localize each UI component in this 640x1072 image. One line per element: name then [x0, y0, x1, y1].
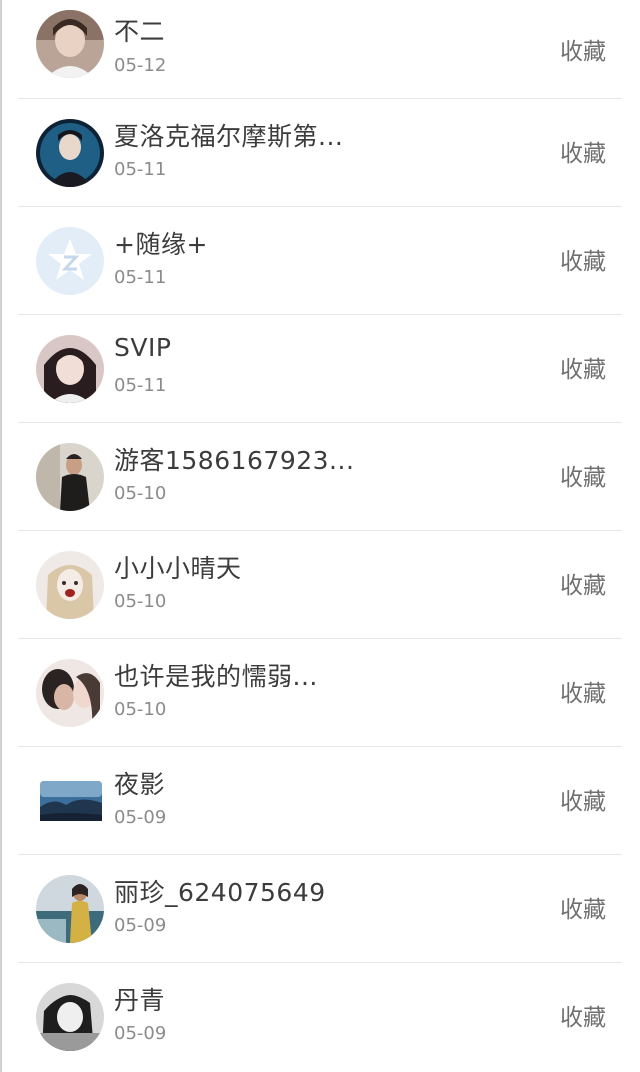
- date-label: 05-09: [114, 1023, 167, 1044]
- date-label: 05-10: [114, 483, 167, 504]
- avatar[interactable]: [36, 659, 104, 727]
- list-item[interactable]: SVIP 05-11 收藏: [18, 315, 622, 423]
- date-label: 05-10: [114, 591, 167, 612]
- date-label: 05-10: [114, 699, 167, 720]
- favorite-button[interactable]: 收藏: [560, 458, 606, 492]
- avatar[interactable]: [36, 551, 104, 619]
- user-name: 游客1586167923...: [114, 446, 355, 475]
- default-qq-star-avatar-icon: [36, 227, 104, 295]
- user-list: 不二 05-12 收藏 夏洛克福尔摩斯第... 05-11 收藏 +随缘+ 05…: [18, 0, 622, 1071]
- user-name: 也许是我的懦弱...: [114, 662, 318, 691]
- avatar[interactable]: [36, 227, 104, 295]
- pale-girl-avatar-icon: [36, 551, 104, 619]
- favorite-button[interactable]: 收藏: [560, 134, 606, 168]
- list-item[interactable]: +随缘+ 05-11 收藏: [18, 207, 622, 315]
- avatar[interactable]: [36, 875, 104, 943]
- list-item[interactable]: 丹青 05-09 收藏: [18, 963, 622, 1071]
- favorite-button[interactable]: 收藏: [560, 242, 606, 276]
- user-name: 夜影: [114, 770, 166, 799]
- avatar[interactable]: [36, 767, 104, 835]
- user-name: +随缘+: [114, 230, 208, 259]
- avatar[interactable]: [36, 10, 104, 78]
- date-label: 05-11: [114, 159, 167, 180]
- list-item[interactable]: 也许是我的懦弱... 05-10 收藏: [18, 639, 622, 747]
- date-label: 05-09: [114, 915, 167, 936]
- list-item[interactable]: 夏洛克福尔摩斯第... 05-11 收藏: [18, 99, 622, 207]
- bw-girl-avatar-icon: [36, 983, 104, 1051]
- list-item[interactable]: 游客1586167923... 05-10 收藏: [18, 423, 622, 531]
- avatar[interactable]: [36, 443, 104, 511]
- list-item[interactable]: 不二 05-12 收藏: [18, 0, 622, 99]
- avatar[interactable]: [36, 983, 104, 1051]
- favorite-button[interactable]: 收藏: [560, 32, 606, 66]
- left-edge-divider: [0, 0, 2, 1072]
- user-name: 丽珍_624075649: [114, 878, 326, 907]
- favorite-button[interactable]: 收藏: [560, 566, 606, 600]
- list-item[interactable]: 夜影 05-09 收藏: [18, 747, 622, 855]
- user-name: 小小小晴天: [114, 554, 242, 583]
- user-name: 夏洛克福尔摩斯第...: [114, 122, 344, 151]
- date-label: 05-12: [114, 55, 167, 76]
- couple-kiss-avatar-icon: [36, 659, 104, 727]
- user-name: SVIP: [114, 333, 172, 362]
- favorite-button[interactable]: 收藏: [560, 350, 606, 384]
- avatar[interactable]: [36, 335, 104, 403]
- favorite-button[interactable]: 收藏: [560, 782, 606, 816]
- user-name: 不二: [114, 17, 166, 46]
- girl-portrait-avatar-icon: [36, 335, 104, 403]
- date-label: 05-11: [114, 375, 167, 396]
- man-photo-avatar-icon: [36, 443, 104, 511]
- favorite-button[interactable]: 收藏: [560, 998, 606, 1032]
- anime-detective-avatar-icon: [36, 119, 104, 187]
- date-label: 05-11: [114, 267, 167, 288]
- user-name: 丹青: [114, 986, 166, 1015]
- avatar[interactable]: [36, 119, 104, 187]
- favorite-button[interactable]: 收藏: [560, 674, 606, 708]
- favorite-button[interactable]: 收藏: [560, 890, 606, 924]
- woman-outdoor-avatar-icon: [36, 875, 104, 943]
- list-item[interactable]: 丽珍_624075649 05-09 收藏: [18, 855, 622, 963]
- landscape-avatar-icon: [36, 767, 104, 835]
- date-label: 05-09: [114, 807, 167, 828]
- boy-portrait-avatar-icon: [36, 10, 104, 78]
- list-item[interactable]: 小小小晴天 05-10 收藏: [18, 531, 622, 639]
